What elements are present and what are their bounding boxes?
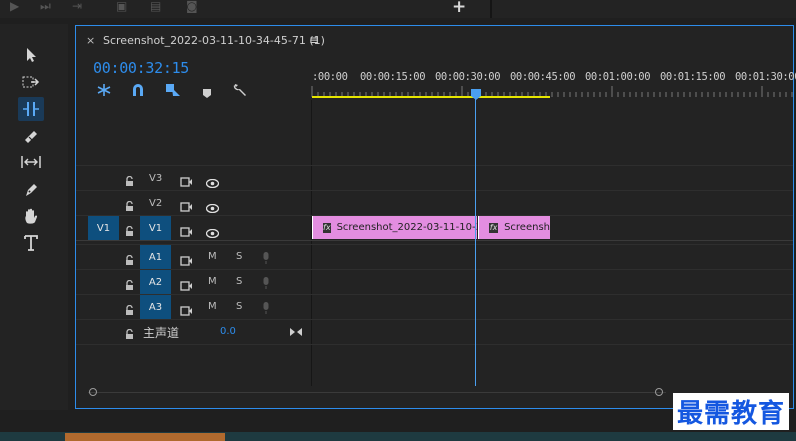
watermark: 最需教育	[673, 393, 790, 430]
microphone-icon[interactable]	[262, 250, 270, 269]
work-area-bar[interactable]	[312, 96, 550, 98]
video-clip[interactable]: fx Screenshot_2022-03-11-10-34-45	[312, 216, 477, 239]
zoom-scrollbar-track[interactable]	[88, 392, 666, 393]
eye-icon[interactable]	[205, 198, 220, 217]
ruler-label: 00:01:00:00	[585, 71, 651, 83]
sequence-tab-title[interactable]: Screenshot_2022-03-11-10-34-45-71 (1)	[103, 34, 325, 47]
toggle-sync-lock-icon[interactable]	[180, 251, 192, 270]
top-toolbar-strip: ▶ ⏭ ⇥ ▣ ▤ ◙ +	[0, 0, 796, 18]
fx-badge-icon: fx	[489, 222, 499, 233]
zoom-scrollbar-right-handle[interactable]	[655, 388, 663, 396]
go-to-in-out-icon[interactable]	[290, 322, 302, 341]
microphone-icon[interactable]	[262, 275, 270, 294]
track-target-a1[interactable]: A1	[140, 245, 171, 269]
solo-track-button[interactable]: S	[236, 301, 242, 312]
selection-tool-icon[interactable]	[18, 43, 44, 67]
playhead-line[interactable]	[475, 90, 476, 386]
lock-icon[interactable]	[125, 222, 134, 241]
playhead-handle[interactable]	[471, 85, 481, 104]
hand-tool-icon[interactable]	[18, 204, 44, 228]
track-select-tool-icon[interactable]	[18, 70, 44, 94]
tools-panel	[0, 24, 68, 410]
eye-icon[interactable]	[205, 223, 220, 242]
insert-overwrite-sequences-icon[interactable]	[96, 82, 112, 101]
track-target-a3[interactable]: A3	[140, 295, 171, 319]
track-name[interactable]: V3	[149, 173, 162, 184]
divider	[76, 244, 793, 245]
add-marker-icon[interactable]	[202, 84, 212, 103]
panel-menu-icon[interactable]: ≡	[309, 33, 319, 47]
clip-label: Screenshot_2022-03-11-10-34-45	[336, 222, 477, 233]
pen-tool-icon[interactable]	[18, 178, 44, 202]
lock-icon[interactable]	[125, 172, 134, 191]
toggle-sync-lock-icon[interactable]	[180, 197, 192, 216]
solo-track-button[interactable]: S	[236, 251, 242, 262]
clip-label: Screensh	[504, 222, 550, 233]
source-patch-v1[interactable]: V1	[88, 216, 119, 240]
solo-track-button[interactable]: S	[236, 276, 242, 287]
microphone-icon[interactable]	[262, 300, 270, 319]
camera-icon[interactable]: ◙	[186, 0, 198, 12]
toggle-sync-lock-icon[interactable]	[180, 222, 192, 241]
lock-icon[interactable]	[125, 197, 134, 216]
lift-icon[interactable]: ▣	[116, 0, 127, 12]
eye-icon[interactable]	[205, 173, 220, 192]
mute-track-button[interactable]: M	[208, 251, 217, 262]
toggle-sync-lock-icon[interactable]	[180, 301, 192, 320]
step-forward-icon[interactable]: ⏭	[40, 0, 51, 12]
fx-badge-icon: fx	[323, 222, 331, 233]
extract-icon[interactable]: ▤	[150, 0, 161, 12]
close-tab-icon[interactable]: ×	[86, 34, 95, 47]
insert-icon[interactable]: ⇥	[72, 0, 82, 12]
lock-icon[interactable]	[125, 251, 134, 270]
toggle-sync-lock-icon[interactable]	[180, 276, 192, 295]
razor-tool-icon[interactable]	[18, 124, 44, 148]
ruler-label: :00:00	[312, 71, 348, 83]
mute-track-button[interactable]: M	[208, 301, 217, 312]
divider	[490, 0, 492, 18]
mute-track-button[interactable]: M	[208, 276, 217, 287]
ruler-label: 00:00:30:00	[435, 71, 501, 83]
track-name[interactable]: V2	[149, 198, 162, 209]
lock-icon[interactable]	[125, 325, 134, 344]
video-clip[interactable]: fx Screensh	[478, 216, 550, 239]
track-target-a2[interactable]: A2	[140, 270, 171, 294]
play-icon[interactable]: ▶	[10, 0, 19, 12]
divider	[76, 344, 793, 345]
linked-selection-icon[interactable]	[165, 82, 181, 101]
playhead-timecode[interactable]: 00:00:32:15	[93, 59, 189, 77]
bottom-strip-segment	[65, 433, 225, 441]
toggle-sync-lock-icon[interactable]	[180, 172, 192, 191]
ruler-label: 00:01:15:00	[660, 71, 726, 83]
ruler-label: 00:00:15:00	[360, 71, 426, 83]
ruler-label: 00:00:45:00	[510, 71, 576, 83]
slip-tool-icon[interactable]	[18, 150, 44, 174]
ruler-label: 00:01:30:00	[735, 71, 796, 83]
lock-icon[interactable]	[125, 276, 134, 295]
zoom-scrollbar-left-handle[interactable]	[89, 388, 97, 396]
add-button-icon[interactable]: +	[452, 0, 466, 17]
divider	[76, 165, 793, 166]
master-track-label: 主声道	[143, 326, 180, 340]
lock-icon[interactable]	[125, 301, 134, 320]
timeline-settings-wrench-icon[interactable]	[232, 82, 248, 101]
type-tool-icon[interactable]	[18, 231, 44, 255]
master-volume-value[interactable]: 0.0	[220, 326, 236, 337]
track-target-v1[interactable]: V1	[140, 216, 171, 240]
snap-icon[interactable]	[131, 82, 145, 101]
ripple-edit-tool-icon[interactable]	[18, 97, 44, 121]
